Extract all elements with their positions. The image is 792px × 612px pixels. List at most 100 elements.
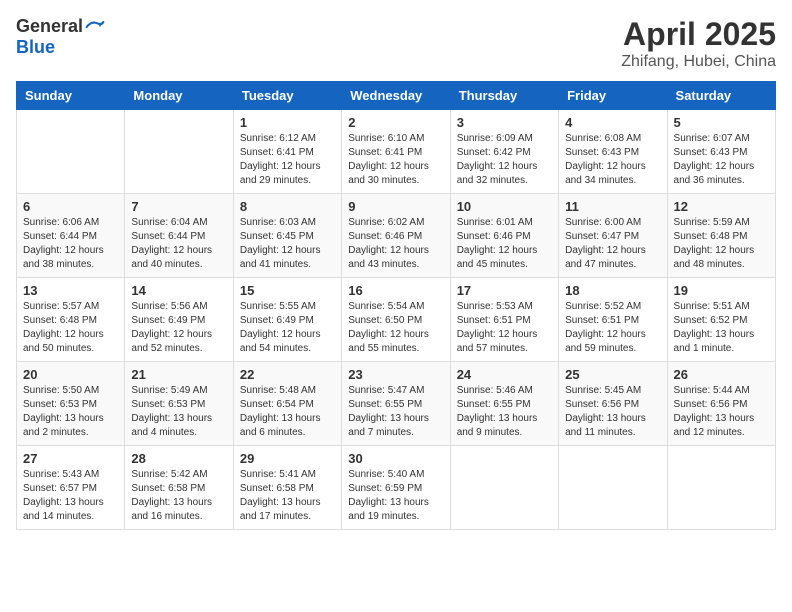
day-info: Sunrise: 5:46 AMSunset: 6:55 PMDaylight:… bbox=[457, 384, 552, 440]
day-info: Sunrise: 5:43 AMSunset: 6:57 PMDaylight:… bbox=[23, 468, 118, 524]
day-number: 23 bbox=[348, 367, 443, 382]
logo-general-text: General bbox=[16, 16, 83, 37]
month-title: April 2025 bbox=[621, 16, 776, 53]
day-number: 11 bbox=[565, 199, 660, 214]
day-header-thursday: Thursday bbox=[450, 82, 558, 110]
day-number: 14 bbox=[131, 283, 226, 298]
day-info: Sunrise: 5:44 AMSunset: 6:56 PMDaylight:… bbox=[674, 384, 769, 440]
day-info: Sunrise: 5:41 AMSunset: 6:58 PMDaylight:… bbox=[240, 468, 335, 524]
day-number: 24 bbox=[457, 367, 552, 382]
day-info: Sunrise: 5:59 AMSunset: 6:48 PMDaylight:… bbox=[674, 216, 769, 272]
day-number: 12 bbox=[674, 199, 769, 214]
calendar-cell: 15 Sunrise: 5:55 AMSunset: 6:49 PMDayligh… bbox=[233, 278, 341, 362]
day-info: Sunrise: 5:56 AMSunset: 6:49 PMDaylight:… bbox=[131, 300, 226, 356]
calendar-cell: 10 Sunrise: 6:01 AMSunset: 6:46 PMDayligh… bbox=[450, 194, 558, 278]
day-header-saturday: Saturday bbox=[667, 82, 775, 110]
day-info: Sunrise: 6:08 AMSunset: 6:43 PMDaylight:… bbox=[565, 132, 660, 188]
day-number: 17 bbox=[457, 283, 552, 298]
logo-blue-text: Blue bbox=[16, 37, 55, 58]
day-number: 15 bbox=[240, 283, 335, 298]
day-number: 2 bbox=[348, 115, 443, 130]
day-info: Sunrise: 5:40 AMSunset: 6:59 PMDaylight:… bbox=[348, 468, 443, 524]
calendar-cell: 21Sunrise: 5:49 AMSunset: 6:53 PMDayligh… bbox=[125, 362, 233, 446]
calendar-week-row: 1Sunrise: 6:12 AMSunset: 6:41 PMDaylight… bbox=[17, 110, 776, 194]
calendar-cell bbox=[559, 446, 667, 530]
day-info: Sunrise: 6:07 AMSunset: 6:43 PMDaylight:… bbox=[674, 132, 769, 188]
day-info: Sunrise: 5:53 AMSunset: 6:51 PMDaylight:… bbox=[457, 300, 552, 356]
day-number: 27 bbox=[23, 451, 118, 466]
day-number: 16 bbox=[348, 283, 443, 298]
day-number: 8 bbox=[240, 199, 335, 214]
day-info: Sunrise: 5:42 AMSunset: 6:58 PMDaylight:… bbox=[131, 468, 226, 524]
calendar-cell: 30 Sunrise: 5:40 AMSunset: 6:59 PMDayligh… bbox=[342, 446, 450, 530]
calendar-cell: 18 Sunrise: 5:52 AMSunset: 6:51 PMDayligh… bbox=[559, 278, 667, 362]
day-info: Sunrise: 5:45 AMSunset: 6:56 PMDaylight:… bbox=[565, 384, 660, 440]
day-info: Sunrise: 5:55 AMSunset: 6:49 PMDaylight:… bbox=[240, 300, 335, 356]
calendar-cell: 28 Sunrise: 5:42 AMSunset: 6:58 PMDayligh… bbox=[125, 446, 233, 530]
day-number: 30 bbox=[348, 451, 443, 466]
calendar-cell: 27 Sunrise: 5:43 AMSunset: 6:57 PMDayligh… bbox=[17, 446, 125, 530]
day-number: 13 bbox=[23, 283, 118, 298]
location-title: Zhifang, Hubei, China bbox=[621, 53, 776, 71]
day-number: 22 bbox=[240, 367, 335, 382]
calendar-week-row: 13 Sunrise: 5:57 AMSunset: 6:48 PMDayligh… bbox=[17, 278, 776, 362]
calendar-cell: 2 Sunrise: 6:10 AMSunset: 6:41 PMDaylight… bbox=[342, 110, 450, 194]
calendar-cell: 6 Sunrise: 6:06 AMSunset: 6:44 PMDaylight… bbox=[17, 194, 125, 278]
day-number: 10 bbox=[457, 199, 552, 214]
calendar-cell: 13 Sunrise: 5:57 AMSunset: 6:48 PMDayligh… bbox=[17, 278, 125, 362]
calendar-header-row: SundayMondayTuesdayWednesdayThursdayFrid… bbox=[17, 82, 776, 110]
calendar-cell: 26 Sunrise: 5:44 AMSunset: 6:56 PMDayligh… bbox=[667, 362, 775, 446]
calendar-week-row: 6 Sunrise: 6:06 AMSunset: 6:44 PMDaylight… bbox=[17, 194, 776, 278]
day-number: 25 bbox=[565, 367, 660, 382]
day-info: Sunrise: 6:02 AMSunset: 6:46 PMDaylight:… bbox=[348, 216, 443, 272]
day-info: Sunrise: 6:06 AMSunset: 6:44 PMDaylight:… bbox=[23, 216, 118, 272]
page-header: General Blue April 2025 Zhifang, Hubei, … bbox=[16, 16, 776, 71]
calendar-cell: 29 Sunrise: 5:41 AMSunset: 6:58 PMDayligh… bbox=[233, 446, 341, 530]
day-info: Sunrise: 5:48 AMSunset: 6:54 PMDaylight:… bbox=[240, 384, 335, 440]
calendar-cell bbox=[450, 446, 558, 530]
calendar-cell: 25 Sunrise: 5:45 AMSunset: 6:56 PMDayligh… bbox=[559, 362, 667, 446]
calendar-cell: 22 Sunrise: 5:48 AMSunset: 6:54 PMDayligh… bbox=[233, 362, 341, 446]
calendar-cell: 11Sunrise: 6:00 AMSunset: 6:47 PMDayligh… bbox=[559, 194, 667, 278]
day-number: 6 bbox=[23, 199, 118, 214]
day-number: 29 bbox=[240, 451, 335, 466]
day-header-monday: Monday bbox=[125, 82, 233, 110]
day-info: Sunrise: 6:10 AMSunset: 6:41 PMDaylight:… bbox=[348, 132, 443, 188]
day-info: Sunrise: 5:47 AMSunset: 6:55 PMDaylight:… bbox=[348, 384, 443, 440]
day-number: 1 bbox=[240, 115, 335, 130]
day-info: Sunrise: 6:09 AMSunset: 6:42 PMDaylight:… bbox=[457, 132, 552, 188]
calendar-cell: 12 Sunrise: 5:59 AMSunset: 6:48 PMDayligh… bbox=[667, 194, 775, 278]
calendar-cell: 19Sunrise: 5:51 AMSunset: 6:52 PMDayligh… bbox=[667, 278, 775, 362]
day-info: Sunrise: 5:51 AMSunset: 6:52 PMDaylight:… bbox=[674, 300, 769, 356]
logo-icon bbox=[85, 17, 105, 37]
calendar-cell: 23 Sunrise: 5:47 AMSunset: 6:55 PMDayligh… bbox=[342, 362, 450, 446]
calendar-cell: 5Sunrise: 6:07 AMSunset: 6:43 PMDaylight… bbox=[667, 110, 775, 194]
calendar-cell: 3Sunrise: 6:09 AMSunset: 6:42 PMDaylight… bbox=[450, 110, 558, 194]
calendar-cell: 17 Sunrise: 5:53 AMSunset: 6:51 PMDayligh… bbox=[450, 278, 558, 362]
calendar-cell bbox=[125, 110, 233, 194]
title-section: April 2025 Zhifang, Hubei, China bbox=[621, 16, 776, 71]
day-info: Sunrise: 5:57 AMSunset: 6:48 PMDaylight:… bbox=[23, 300, 118, 356]
day-number: 9 bbox=[348, 199, 443, 214]
calendar-cell: 14 Sunrise: 5:56 AMSunset: 6:49 PMDayligh… bbox=[125, 278, 233, 362]
day-header-wednesday: Wednesday bbox=[342, 82, 450, 110]
calendar-week-row: 20Sunrise: 5:50 AMSunset: 6:53 PMDayligh… bbox=[17, 362, 776, 446]
day-info: Sunrise: 5:52 AMSunset: 6:51 PMDaylight:… bbox=[565, 300, 660, 356]
day-number: 4 bbox=[565, 115, 660, 130]
calendar-table: SundayMondayTuesdayWednesdayThursdayFrid… bbox=[16, 81, 776, 530]
day-number: 28 bbox=[131, 451, 226, 466]
day-header-tuesday: Tuesday bbox=[233, 82, 341, 110]
calendar-cell: 24 Sunrise: 5:46 AMSunset: 6:55 PMDayligh… bbox=[450, 362, 558, 446]
day-info: Sunrise: 6:01 AMSunset: 6:46 PMDaylight:… bbox=[457, 216, 552, 272]
calendar-week-row: 27 Sunrise: 5:43 AMSunset: 6:57 PMDayligh… bbox=[17, 446, 776, 530]
day-info: Sunrise: 5:50 AMSunset: 6:53 PMDaylight:… bbox=[23, 384, 118, 440]
calendar-cell bbox=[667, 446, 775, 530]
day-number: 21 bbox=[131, 367, 226, 382]
day-number: 26 bbox=[674, 367, 769, 382]
calendar-cell: 7Sunrise: 6:04 AMSunset: 6:44 PMDaylight… bbox=[125, 194, 233, 278]
calendar-cell: 20Sunrise: 5:50 AMSunset: 6:53 PMDayligh… bbox=[17, 362, 125, 446]
day-info: Sunrise: 6:04 AMSunset: 6:44 PMDaylight:… bbox=[131, 216, 226, 272]
calendar-cell: 4 Sunrise: 6:08 AMSunset: 6:43 PMDaylight… bbox=[559, 110, 667, 194]
calendar-cell: 8Sunrise: 6:03 AMSunset: 6:45 PMDaylight… bbox=[233, 194, 341, 278]
day-number: 18 bbox=[565, 283, 660, 298]
